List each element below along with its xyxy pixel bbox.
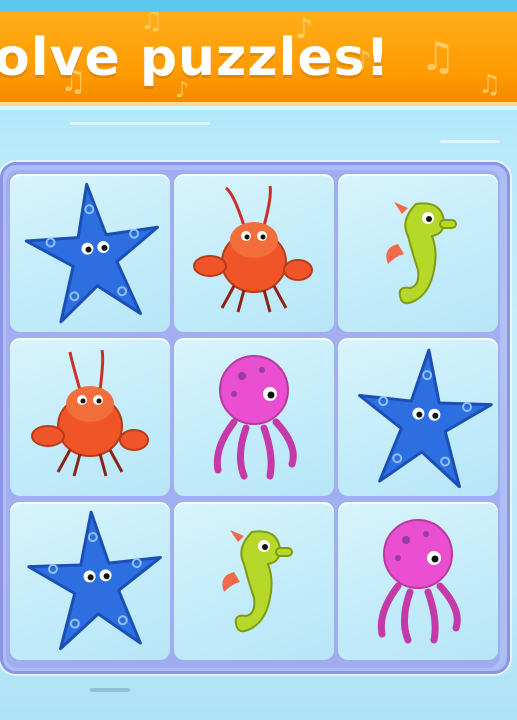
water-highlight	[70, 122, 210, 125]
music-note-icon: ♫	[420, 34, 456, 80]
tile-r3-c1[interactable]	[10, 502, 170, 660]
music-note-icon: ♫	[478, 70, 502, 100]
puzzle-board	[0, 162, 510, 674]
tile-r1-c2[interactable]	[174, 174, 334, 332]
octopus-icon	[213, 355, 297, 480]
banner-title: olve puzzles!	[0, 28, 391, 88]
lobster-icon	[31, 349, 149, 477]
water-highlight	[440, 140, 500, 143]
game-screen: ♫ ♫ ♪ ♪ ♫ ♫ ♪ olve puzzles!	[0, 0, 517, 720]
seahorse-icon	[222, 530, 293, 633]
top-strip	[0, 0, 517, 12]
tile-r1-c1[interactable]	[10, 174, 170, 332]
tile-r2-c2[interactable]	[174, 338, 334, 496]
octopus-icon	[377, 519, 461, 644]
seahorse-icon	[386, 202, 457, 305]
starfish-icon	[358, 348, 493, 489]
tile-r3-c2[interactable]	[174, 502, 334, 660]
starfish-icon	[27, 510, 162, 651]
tile-r2-c3[interactable]	[338, 338, 498, 496]
tile-r2-c1[interactable]	[10, 338, 170, 496]
lobster-icon	[193, 185, 313, 313]
starfish-icon	[24, 182, 160, 324]
title-banner: ♫ ♫ ♪ ♪ ♫ ♫ ♪ olve puzzles!	[0, 12, 517, 106]
tile-r1-c3[interactable]	[338, 174, 498, 332]
puzzle-grid	[6, 170, 500, 668]
tile-r3-c3[interactable]	[338, 502, 498, 660]
bottom-shadow	[90, 688, 130, 692]
